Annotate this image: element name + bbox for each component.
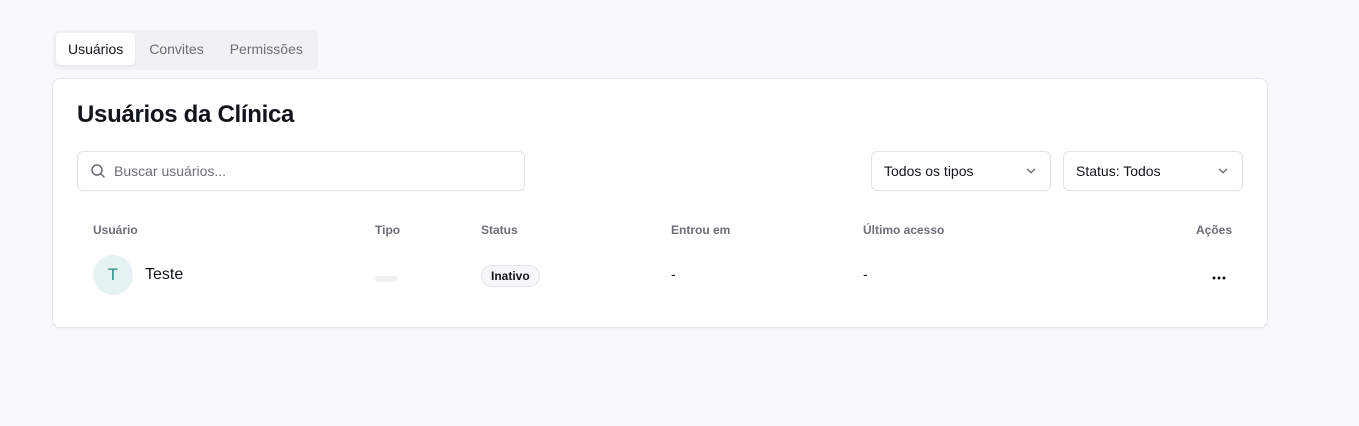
column-header-status[interactable]: Status [481,223,518,237]
column-header-entrou-em[interactable]: Entrou em [671,223,730,237]
page-title: Usuários da Clínica [77,101,295,128]
status-badge: Inativo [481,265,540,287]
joined-date: - [671,266,676,282]
tab-permissoes[interactable]: Permissões [218,33,315,65]
table-header: Usuário Tipo Status Entrou em Último ace… [53,223,1267,241]
tab-list: Usuários Convites Permissões [53,30,318,70]
chevron-down-icon [1024,164,1038,178]
tab-usuarios[interactable]: Usuários [56,33,136,65]
tab-convites[interactable]: Convites [137,33,215,65]
status-filter-select[interactable]: Status: Todos [1063,151,1243,191]
column-header-tipo[interactable]: Tipo [375,223,400,237]
search-field[interactable] [77,151,525,191]
last-access-date: - [863,266,868,282]
avatar: T [93,255,133,295]
search-icon [90,163,106,179]
more-horizontal-icon [1212,267,1226,285]
user-name: Teste [145,266,184,283]
row-actions-button[interactable] [1207,264,1231,288]
type-filter-select[interactable]: Todos os tipos [871,151,1051,191]
status-filter-value: Status: Todos [1076,163,1161,179]
type-filter-value: Todos os tipos [884,163,974,179]
type-badge [375,276,397,282]
table-row[interactable]: T Teste Inativo - - [53,255,1267,295]
column-header-acoes: Ações [1196,223,1233,237]
users-card: Usuários da Clínica Todos os tipos Statu… [52,78,1268,328]
search-input[interactable] [114,163,514,179]
column-header-usuario[interactable]: Usuário [93,223,138,237]
chevron-down-icon [1216,164,1230,178]
column-header-ultimo-acesso[interactable]: Último acesso [863,223,944,237]
